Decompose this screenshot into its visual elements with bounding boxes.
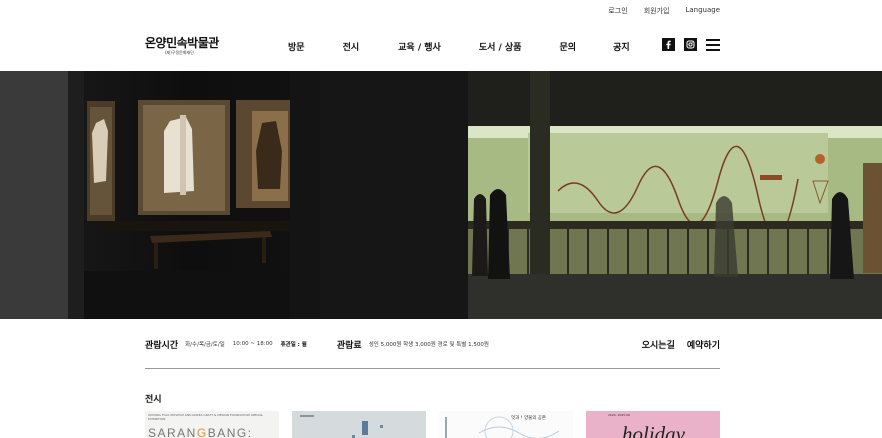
logo[interactable]: 온양민속박물관 (재)구정문화재단 <box>145 35 235 56</box>
logo-text: 온양민속박물관 <box>145 35 219 50</box>
hours-days: 화/수/목/금/토/일 <box>185 342 225 348</box>
directions-link[interactable]: 오시는길 <box>642 338 675 351</box>
fee-label: 관람료 <box>336 340 362 351</box>
main-nav: 방문 전시 교육 / 행사 도서 / 상품 문의 공지 <box>257 40 630 53</box>
nav-item-books[interactable]: 도서 / 상품 <box>479 40 522 53</box>
card-caption: ONYANG FOLK MUSEUM AND KOREA CRAFT & DES… <box>148 413 264 421</box>
exhibition-card-3[interactable]: 멋과 ! 양물의 공존 <box>439 411 573 438</box>
facebook-icon[interactable] <box>662 38 675 51</box>
hero-banner <box>0 71 882 319</box>
reservation-link[interactable]: 예약하기 <box>687 338 720 351</box>
logo-subtext: (재)구정문화재단 <box>165 49 194 55</box>
nav-item-education[interactable]: 교육 / 행사 <box>398 40 441 53</box>
card-title: SARANGBANG: <box>148 426 253 438</box>
divider <box>145 368 720 369</box>
exhibition-card-1[interactable]: ONYANG FOLK MUSEUM AND KOREA CRAFT & DES… <box>145 411 279 438</box>
utility-nav: 로그인 회원가입 Language <box>608 6 720 16</box>
menu-icon[interactable] <box>706 38 720 51</box>
section-title-exhibitions: 전시 <box>145 395 162 405</box>
card-caption: 2024. 2025.06 <box>608 413 630 417</box>
exhibition-card-2[interactable] <box>292 411 426 438</box>
instagram-icon[interactable] <box>684 38 697 51</box>
main-header: 온양민속박물관 (재)구정문화재단 방문 전시 교육 / 행사 도서 / 상품 … <box>145 34 720 58</box>
info-links: 오시는길 예약하기 <box>642 338 720 351</box>
hero-image-gallery-hanbok <box>0 71 468 319</box>
hours-label: 관람시간 <box>145 340 179 351</box>
hours-time: 10:00 ~ 18:00 <box>232 341 273 347</box>
card-graphic <box>445 416 560 438</box>
closed-day: 휴관일 : 월 <box>280 342 307 348</box>
card-graphic <box>300 415 383 438</box>
nav-item-visit[interactable]: 방문 <box>288 40 305 53</box>
signup-link[interactable]: 회원가입 <box>644 6 670 16</box>
nav-item-exhibition[interactable]: 전시 <box>343 40 360 53</box>
login-link[interactable]: 로그인 <box>608 6 627 16</box>
card-title: holiday <box>622 422 685 438</box>
language-link[interactable]: Language <box>685 6 720 16</box>
header-icons <box>662 38 720 51</box>
exhibition-card-4[interactable]: 2024. 2025.06 holiday <box>586 411 720 438</box>
fee-text: 성인 5,000원 학생 3,000원 경로 및 특별 1,500원 <box>368 342 489 348</box>
nav-item-inquiry[interactable]: 문의 <box>560 40 577 53</box>
nav-item-notice[interactable]: 공지 <box>613 40 630 53</box>
visit-info-bar: 관람시간 화/수/목/금/토/일 10:00 ~ 18:00 휴관일 : 월 관… <box>145 337 720 351</box>
hero-image-gallery-diorama <box>468 71 882 319</box>
